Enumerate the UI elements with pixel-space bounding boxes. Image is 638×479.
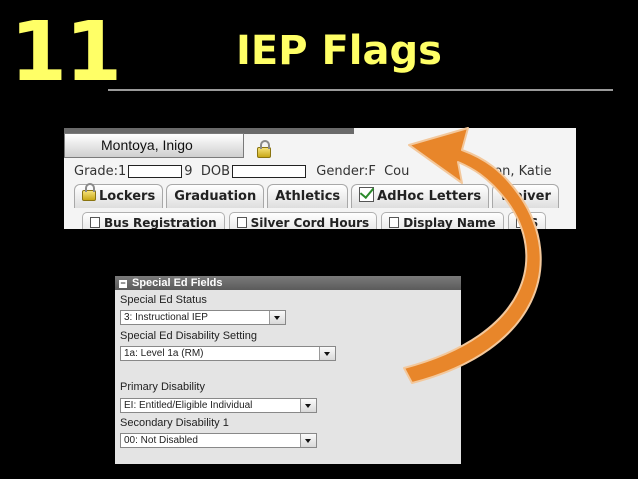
gender-label: Gender:F [316,164,376,179]
redacted-block [232,165,307,178]
subtab-display-name[interactable]: Display Name [381,212,504,229]
chevron-down-icon[interactable] [300,434,316,447]
special-ed-panel-header[interactable]: − Special Ed Fields [115,276,461,290]
lock-icon [82,183,96,201]
record-tabs: Lockers Graduation Athletics AdHoc Letters W… [74,183,562,208]
tab-label: Graduation [174,189,257,204]
counselor-label: Cou [384,164,410,179]
tab-label: Athletics [275,189,341,204]
student-info-row: Grade:1 9 DOB Gender:F Cou son, Katie [74,164,552,179]
subtab-truncated[interactable]: S [507,212,547,229]
counselor-name: son, Katie [487,164,552,179]
record-subtabs: Bus Registration Silver Cord Hours Display… [82,212,550,229]
subtab-label: Silver Cord Hours [250,216,370,229]
tab-adhoc-letters[interactable]: AdHoc Letters [351,184,490,208]
document-icon [389,217,400,228]
tab-waiver[interactable]: Waiver [492,184,559,208]
subtab-label: Bus Registration [104,216,217,229]
chevron-down-icon[interactable] [269,311,285,324]
tab-label: AdHoc Letters [377,189,482,204]
subtab-bus-registration[interactable]: Bus Registration [82,212,225,229]
disability-setting-label: Special Ed Disability Setting [120,330,257,342]
subtab-silver-cord-hours[interactable]: Silver Cord Hours [228,212,378,229]
dob-label: DOB [200,164,231,179]
tab-label: Lockers [99,189,156,204]
title-divider [108,89,613,91]
panel-title: Special Ed Fields [132,277,223,289]
document-icon [236,217,247,228]
secondary-disability-label: Secondary Disability 1 [120,417,229,429]
disability-setting-select[interactable]: 1a: Level 1a (RM) [120,346,336,361]
secondary-disability-select[interactable]: 00: Not Disabled [120,433,317,448]
special-ed-status-label: Special Ed Status [120,294,207,306]
collapse-toggle-icon[interactable]: − [119,279,127,288]
select-value: 00: Not Disabled [124,435,198,446]
slide-title: IEP Flags [236,28,442,74]
document-icon [90,217,100,228]
special-ed-status-select[interactable]: 3: Instructional IEP [120,310,286,325]
grade-tail: 9 [184,164,193,179]
document-icon [515,217,526,228]
select-value: EI: Entitled/Eligible Individual [124,400,253,411]
tab-label: Waiver [500,189,551,204]
chevron-down-icon[interactable] [319,347,335,360]
primary-disability-select[interactable]: EI: Entitled/Eligible Individual [120,398,317,413]
student-header-screenshot: Montoya, Inigo Grade:1 9 DOB Gender:F Cou… [64,128,576,229]
tab-graduation[interactable]: Graduation [166,184,265,208]
select-value: 3: Instructional IEP [124,312,208,323]
lock-icon [257,140,271,158]
subtab-label: Display Name [403,216,496,229]
special-ed-fields-screenshot: − Special Ed Fields Special Ed Status 3: … [115,276,461,464]
tab-lockers[interactable]: Lockers [74,183,164,208]
tab-athletics[interactable]: Athletics [267,184,349,208]
redacted-block [128,165,183,178]
select-value: 1a: Level 1a (RM) [124,348,204,359]
student-name-tab[interactable]: Montoya, Inigo [64,133,244,158]
grade-label: Grade:1 [74,164,127,179]
chevron-down-icon[interactable] [300,399,316,412]
adhoc-checklist-icon [359,187,375,202]
subtab-label: S [529,216,539,229]
primary-disability-label: Primary Disability [120,381,205,393]
